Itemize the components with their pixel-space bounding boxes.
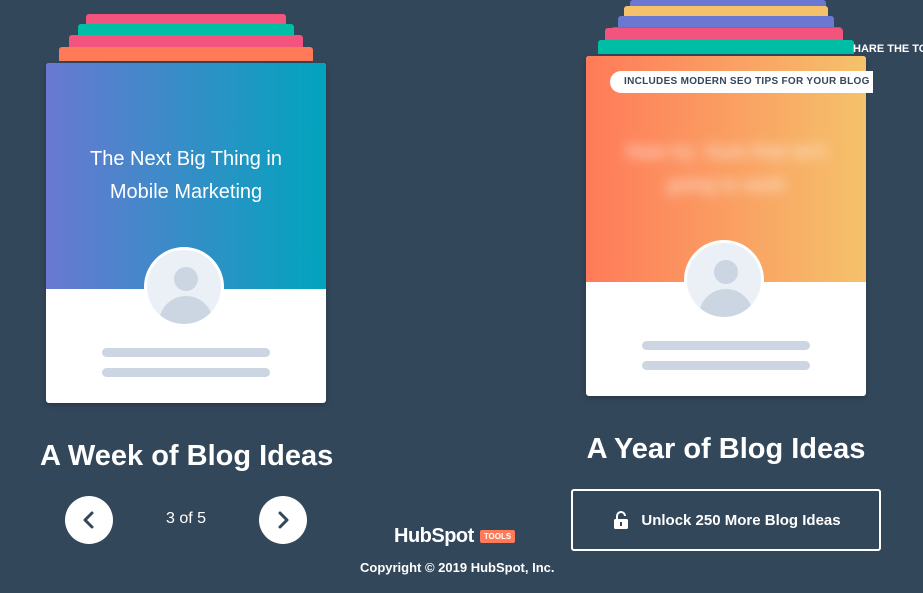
unlock-icon bbox=[614, 511, 629, 529]
card-edge bbox=[59, 47, 313, 61]
card-title: The Next Big Thing in Mobile Marketing bbox=[90, 148, 282, 203]
prev-button[interactable] bbox=[65, 496, 113, 544]
placeholder-line bbox=[102, 348, 270, 357]
copyright-text: Copyright © 2019 HubSpot, Inc. bbox=[360, 560, 555, 575]
unlock-button[interactable]: Unlock 250 More Blog Ideas bbox=[571, 489, 881, 551]
card-title-blurred: Now try: Sure that isn't going to work bbox=[625, 141, 827, 196]
left-section-heading: A Week of Blog Ideas bbox=[40, 440, 334, 472]
right-preview-card: Now try: Sure that isn't going to work bbox=[586, 56, 866, 396]
seo-tips-badge: INCLUDES MODERN SEO TIPS FOR YOUR BLOG bbox=[610, 71, 873, 93]
chevron-right-icon bbox=[278, 511, 289, 529]
card-edge bbox=[598, 40, 854, 54]
placeholder-line bbox=[642, 341, 810, 350]
pager-count: 3 of 5 bbox=[165, 510, 207, 527]
avatar-icon bbox=[144, 247, 224, 327]
right-section-heading: A Year of Blog Ideas bbox=[586, 433, 866, 465]
placeholder-line bbox=[642, 361, 810, 370]
placeholder-line bbox=[102, 368, 270, 377]
brand-name: HubSpot bbox=[394, 525, 474, 547]
next-button[interactable] bbox=[259, 496, 307, 544]
chevron-left-icon bbox=[83, 511, 94, 529]
unlock-button-label: Unlock 250 More Blog Ideas bbox=[641, 511, 841, 529]
card-edge bbox=[605, 28, 843, 40]
left-preview-card: The Next Big Thing in Mobile Marketing bbox=[46, 63, 326, 403]
brand-tag: TOOLS bbox=[479, 530, 516, 543]
share-text-partial: HARE THE TO bbox=[853, 43, 923, 55]
avatar-icon bbox=[684, 240, 764, 320]
hubspot-logo: HubSpot TOOLS bbox=[394, 525, 516, 548]
